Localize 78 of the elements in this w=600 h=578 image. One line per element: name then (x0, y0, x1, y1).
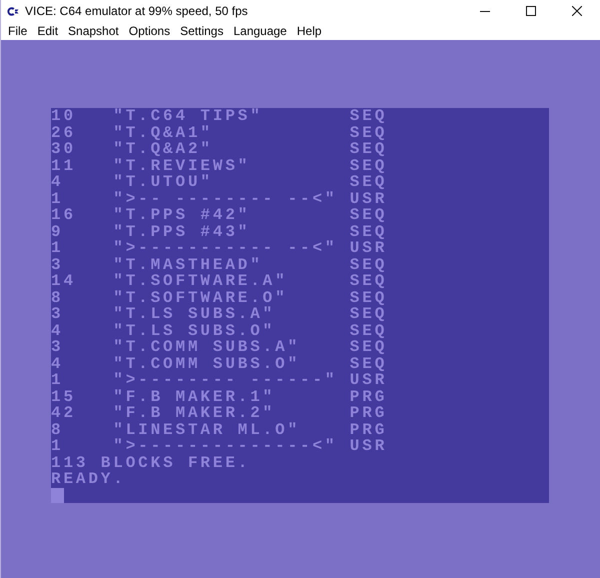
block-count: 30 (51, 140, 76, 158)
file-name: "LINESTAR ML.O" (113, 420, 300, 438)
file-type: USR (350, 438, 388, 454)
menu-item[interactable]: Help (292, 22, 327, 40)
block-count: 1 (51, 371, 64, 389)
menu-item[interactable]: Settings (175, 22, 228, 40)
file-name: "T.C64 TIPS" (113, 108, 263, 125)
text-cursor (51, 488, 64, 502)
maximize-icon (526, 6, 536, 16)
file-type: SEQ (350, 290, 388, 306)
file-type: USR (350, 372, 388, 388)
file-type: PRG (350, 422, 388, 438)
file-type: PRG (350, 388, 388, 405)
file-type: SEQ (350, 224, 388, 240)
block-count: 3 (51, 256, 64, 274)
block-count: 8 (51, 420, 64, 438)
block-count: 26 (51, 124, 76, 142)
file-name: "T.Q&A2" (113, 140, 213, 158)
file-type: SEQ (350, 256, 388, 273)
file-name: "T.SOFTWARE.A" (113, 272, 288, 290)
block-count: 8 (51, 288, 64, 306)
block-count: 4 (51, 173, 64, 191)
block-count: 14 (51, 272, 76, 290)
block-count: 15 (51, 388, 76, 406)
file-type: PRG (350, 405, 388, 422)
file-name: "T.UTOU" (113, 173, 213, 191)
block-count: 10 (51, 108, 76, 125)
block-count: 3 (51, 338, 64, 356)
file-type: USR (350, 190, 388, 207)
block-count: 1 (51, 239, 64, 257)
block-count: 9 (51, 222, 64, 240)
file-name: "T.Q&A1" (113, 124, 213, 142)
file-type: USR (350, 240, 388, 256)
file-name: "T.LS SUBS.A" (113, 305, 276, 323)
file-type: SEQ (350, 141, 388, 158)
file-type: SEQ (350, 356, 388, 372)
file-type: SEQ (350, 339, 388, 356)
logo-icon (6, 4, 19, 18)
block-count: 1 (51, 190, 64, 208)
file-name: ">--------------<" (113, 437, 338, 455)
file-type: SEQ (350, 108, 388, 124)
file-type: SEQ (350, 124, 388, 141)
file-name: "T.PPS #43" (113, 222, 250, 240)
file-name: "F.B MAKER.2" (113, 404, 276, 422)
minimize-icon (480, 10, 490, 12)
file-name: "T.LS SUBS.O" (113, 322, 276, 340)
file-type: SEQ (350, 207, 388, 224)
file-name: "T.SOFTWARE.O" (113, 288, 288, 306)
menu-item[interactable]: Language (228, 22, 292, 40)
file-type: SEQ (350, 306, 388, 322)
menu-item[interactable]: Snapshot (63, 22, 124, 40)
block-count: 3 (51, 305, 64, 323)
file-name: "T.PPS #42" (113, 206, 250, 224)
block-count: 4 (51, 322, 64, 340)
block-count: 11 (51, 156, 76, 174)
close-icon (572, 6, 582, 16)
menu-item[interactable]: Options (124, 22, 176, 40)
block-count: 42 (51, 404, 76, 422)
screen-message: 113 BLOCKS FREE. (51, 454, 250, 472)
block-count: 1 (51, 437, 64, 455)
file-name: "T.COMM SUBS.O" (113, 354, 300, 372)
menu-item[interactable]: Edit (32, 22, 64, 40)
menu-item[interactable]: File (3, 22, 32, 40)
window-title: VICE: C64 emulator at 99% speed, 50 fps (25, 3, 248, 20)
file-name: ">-------- ------" (113, 371, 338, 389)
screen-message: READY. (51, 470, 126, 488)
file-name: "T.REVIEWS" (113, 156, 250, 174)
file-type: SEQ (350, 158, 388, 174)
file-name: ">-- -------- --<" (113, 190, 338, 208)
file-name: "T.COMM SUBS.A" (113, 338, 300, 356)
block-count: 4 (51, 354, 64, 372)
file-type: SEQ (350, 273, 388, 290)
block-count: 16 (51, 206, 76, 224)
file-type: SEQ (350, 322, 388, 339)
file-type: SEQ (350, 174, 388, 190)
file-name: ">----------- --<" (113, 239, 338, 257)
file-name: "F.B MAKER.1" (113, 388, 276, 406)
file-name: "T.MASTHEAD" (113, 256, 263, 274)
